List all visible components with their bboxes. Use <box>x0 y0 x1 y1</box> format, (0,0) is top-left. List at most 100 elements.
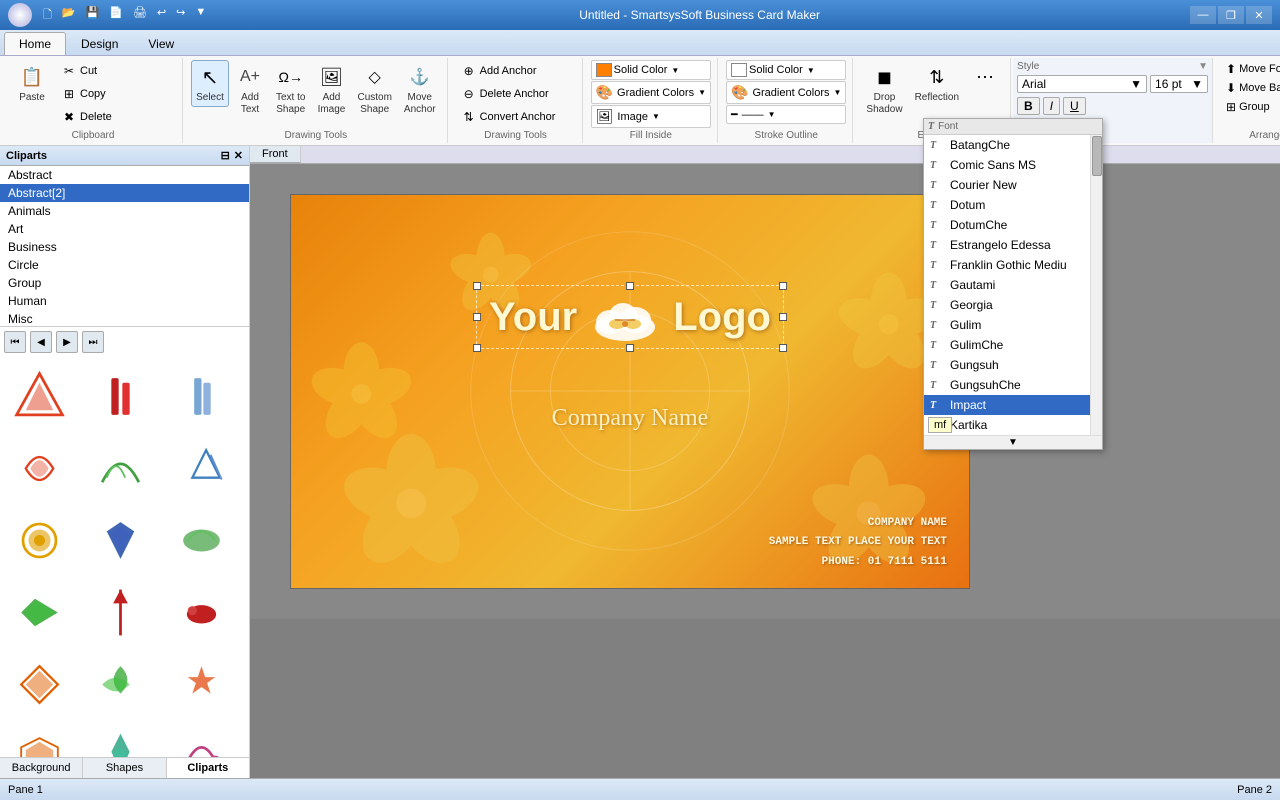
stroke-width-dropdown[interactable]: ━ —— ▼ <box>726 105 846 124</box>
font-item-gautami[interactable]: T Gautami <box>924 275 1102 295</box>
tab-design[interactable]: Design <box>66 32 133 55</box>
text-to-shape-button[interactable]: Ω→ Text toShape <box>271 60 310 119</box>
clipart-cell-16[interactable] <box>4 721 74 757</box>
italic-button[interactable]: I <box>1043 97 1060 115</box>
category-human[interactable]: Human <box>0 292 249 310</box>
nav-next-btn[interactable]: ▶ <box>56 331 78 353</box>
group-button[interactable]: ⊞ Group ▼ <box>1221 98 1280 116</box>
business-card[interactable]: Your <box>290 194 970 589</box>
font-item-dotumche[interactable]: T DotumChe <box>924 215 1102 235</box>
clipart-cell-17[interactable] <box>85 721 155 757</box>
font-item-gungsuh[interactable]: T Gungsuh <box>924 355 1102 375</box>
logo-container[interactable]: Your <box>476 285 784 349</box>
category-group[interactable]: Group <box>0 274 249 292</box>
font-item-gungsuhche[interactable]: T GungsuhChe <box>924 375 1102 395</box>
clipart-cell-8[interactable] <box>85 505 155 575</box>
add-anchor-button[interactable]: ⊕ Add Anchor <box>456 60 576 82</box>
bold-button[interactable]: B <box>1017 97 1040 115</box>
custom-shape-button[interactable]: ◇ CustomShape <box>352 60 396 119</box>
add-text-button[interactable]: A+ AddText <box>231 60 269 119</box>
clipart-cell-18[interactable] <box>166 721 236 757</box>
new-btn[interactable]: 🗋 <box>40 4 55 27</box>
company-name-text[interactable]: Company Name <box>552 405 709 432</box>
clipart-cell-6[interactable] <box>166 433 236 503</box>
clipart-cell-11[interactable] <box>85 577 155 647</box>
paste-button[interactable]: 📋 Paste <box>10 60 54 107</box>
clipart-cell-12[interactable] <box>166 577 236 647</box>
reflection-button[interactable]: ⇅ Reflection <box>910 60 964 107</box>
print-preview-btn[interactable]: 📄 <box>106 4 126 27</box>
canvas-front-tab[interactable]: Front <box>250 146 301 163</box>
nav-last-btn[interactable]: ⏭ <box>82 331 104 353</box>
clipart-cell-15[interactable] <box>166 649 236 719</box>
underline-button[interactable]: U <box>1063 97 1086 115</box>
font-item-dotum[interactable]: T Dotum <box>924 195 1102 215</box>
style-dropdown-btn[interactable]: ▼ <box>1198 61 1208 72</box>
tab-cliparts[interactable]: Cliparts <box>167 758 249 778</box>
redo-btn[interactable]: ↪ <box>173 4 188 27</box>
convert-anchor-button[interactable]: ⇅ Convert Anchor <box>456 106 576 128</box>
clipart-cell-1[interactable] <box>4 361 74 431</box>
clipart-cell-2[interactable] <box>85 361 155 431</box>
font-item-franklin[interactable]: T Franklin Gothic Mediu <box>924 255 1102 275</box>
gradient-colors-fill-dropdown[interactable]: 🎨 Gradient Colors ▼ <box>591 81 711 104</box>
more-btn[interactable]: ▼ <box>192 4 209 27</box>
move-forward-button[interactable]: ⬆ Move Forward ▼ <box>1221 60 1280 78</box>
panel-undock-icon[interactable]: ⊟ <box>221 149 230 162</box>
font-list-scroll-down[interactable]: ▼ <box>924 435 1102 449</box>
font-item-batangche[interactable]: T BatangChe <box>924 135 1102 155</box>
drop-shadow-button[interactable]: ◼ DropShadow <box>861 60 907 119</box>
category-circle[interactable]: Circle <box>0 256 249 274</box>
solid-color-stroke-dropdown[interactable]: Solid Color ▼ <box>726 60 846 80</box>
font-size-dropdown[interactable]: 16 pt ▼ <box>1150 75 1208 93</box>
font-item-couriernew[interactable]: T Courier New <box>924 175 1102 195</box>
clipart-cell-7[interactable] <box>4 505 74 575</box>
font-item-gulimche[interactable]: T GulimChe <box>924 335 1102 355</box>
category-abstract2[interactable]: Abstract[2] <box>0 184 249 202</box>
category-art[interactable]: Art <box>0 220 249 238</box>
close-btn[interactable]: ✕ <box>1246 6 1272 24</box>
category-animals[interactable]: Animals <box>0 202 249 220</box>
maximize-btn[interactable]: ❐ <box>1218 6 1244 24</box>
tab-view[interactable]: View <box>133 32 189 55</box>
add-image-button[interactable]: 🖼 AddImage <box>312 60 350 119</box>
select-button[interactable]: ↖ Select <box>191 60 229 107</box>
category-business[interactable]: Business <box>0 238 249 256</box>
copy-button[interactable]: ⊞ Copy <box>56 83 176 105</box>
clipart-cell-3[interactable] <box>166 361 236 431</box>
effects-more-button[interactable]: ⋯ <box>966 60 1004 95</box>
clipart-cell-5[interactable] <box>85 433 155 503</box>
category-abstract[interactable]: Abstract <box>0 166 249 184</box>
font-item-comicsans[interactable]: T Comic Sans MS <box>924 155 1102 175</box>
clipart-cell-9[interactable] <box>166 505 236 575</box>
delete-button[interactable]: ✖ Delete <box>56 106 176 128</box>
font-item-estrangelo[interactable]: T Estrangelo Edessa <box>924 235 1102 255</box>
font-list[interactable]: T BatangChe T Comic Sans MS T Courier Ne… <box>924 135 1102 435</box>
font-item-impact[interactable]: T Impact <box>924 395 1102 415</box>
clipart-cell-10[interactable] <box>4 577 74 647</box>
nav-prev-btn[interactable]: ◀ <box>30 331 52 353</box>
font-scrollbar-thumb[interactable] <box>1092 136 1102 176</box>
font-item-gulim[interactable]: T Gulim <box>924 315 1102 335</box>
undo-btn[interactable]: ↩ <box>154 4 169 27</box>
gradient-colors-stroke-dropdown[interactable]: 🎨 Gradient Colors ▼ <box>726 81 846 104</box>
open-btn[interactable]: 📂 <box>59 4 79 27</box>
clipart-cell-13[interactable] <box>4 649 74 719</box>
solid-color-fill-dropdown[interactable]: Solid Color ▼ <box>591 60 711 80</box>
nav-first-btn[interactable]: ⏮ <box>4 331 26 353</box>
category-list[interactable]: Abstract Abstract[2] Animals Art Busines… <box>0 166 249 326</box>
delete-anchor-button[interactable]: ⊖ Delete Anchor <box>456 83 576 105</box>
panel-close-btn[interactable]: ✕ <box>234 149 243 162</box>
tab-home[interactable]: Home <box>4 32 66 55</box>
clipart-cell-4[interactable] <box>4 433 74 503</box>
font-list-scrollbar[interactable] <box>1090 135 1102 435</box>
move-backward-button[interactable]: ⬇ Move Backward ▼ <box>1221 79 1280 97</box>
tab-background[interactable]: Background <box>0 758 83 778</box>
font-item-georgia[interactable]: T Georgia <box>924 295 1102 315</box>
clipart-cell-14[interactable] <box>85 649 155 719</box>
tab-shapes[interactable]: Shapes <box>83 758 166 778</box>
image-fill-dropdown[interactable]: 🖼 Image ▼ <box>591 105 711 128</box>
save-btn[interactable]: 💾 <box>83 4 103 27</box>
minimize-btn[interactable]: — <box>1190 6 1216 24</box>
move-anchor-button[interactable]: ⚓ MoveAnchor <box>399 60 441 119</box>
